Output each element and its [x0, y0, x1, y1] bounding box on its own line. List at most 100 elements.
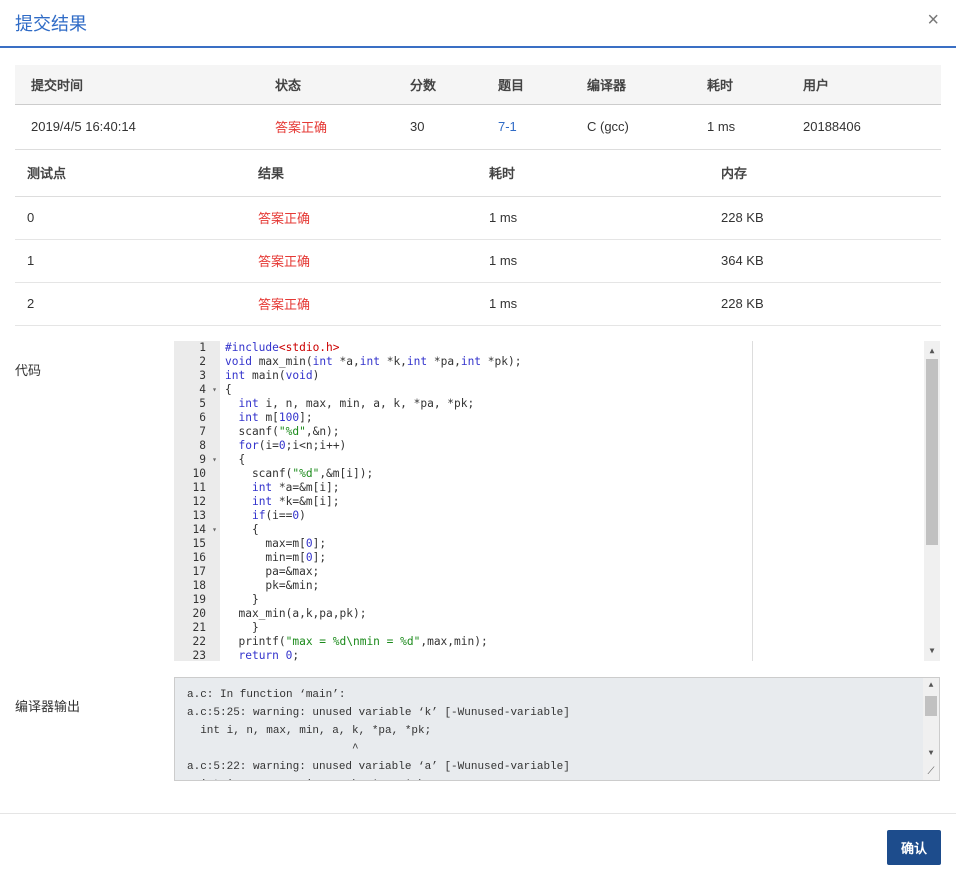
scrollbar-thumb[interactable]: [926, 359, 938, 545]
duration: 1 ms: [691, 104, 787, 150]
compiler-output-textarea[interactable]: a.c: In function ‘main’: a.c:5:25: warnin…: [174, 677, 940, 781]
test-time: 1 ms: [477, 196, 709, 240]
code-line: scanf("%d",&n);: [225, 425, 340, 438]
line-number: 22: [192, 635, 206, 648]
line-number: 15: [192, 537, 206, 550]
print-margin: [752, 341, 753, 661]
table-row: 2019/4/5 16:40:14 答案正确 30 7-1 C (gcc) 1 …: [15, 104, 941, 150]
code-line: {: [225, 453, 246, 466]
line-number: 18: [192, 579, 206, 592]
line-number: 10: [192, 467, 206, 480]
output-line: ^: [187, 743, 359, 755]
test-result: 答案正确: [246, 196, 477, 240]
line-number: 8: [199, 439, 206, 452]
confirm-button[interactable]: 确认: [887, 830, 941, 865]
col-header: 用户: [787, 65, 941, 105]
status-badge: 答案正确: [259, 104, 394, 150]
scroll-up-icon[interactable]: ▲: [924, 344, 940, 358]
compiler-output-label: 编译器输出: [15, 699, 81, 714]
resize-handle-icon[interactable]: ⟋: [923, 766, 939, 778]
test-result: 答案正确: [246, 239, 477, 283]
code-line: #include<stdio.h>: [225, 341, 340, 354]
test-memory: 228 KB: [709, 282, 941, 326]
line-number: 6: [199, 411, 206, 424]
line-number: 13: [192, 509, 206, 522]
line-number: 21: [192, 621, 206, 634]
output-line: a.c: In function ‘main’:: [187, 689, 346, 701]
col-header: 分数: [394, 65, 482, 105]
dialog-title: 提交结果: [15, 14, 87, 34]
line-number-gutter: 1234567891011121314151617181920212223: [174, 341, 220, 661]
line-number: 3: [199, 369, 206, 382]
col-header: 提交时间: [15, 65, 259, 105]
output-line: int i, n, max, min, a, k, *pa, *pk;: [187, 725, 432, 737]
test-result: 答案正确: [246, 282, 477, 326]
line-number: 20: [192, 607, 206, 620]
line-number: 16: [192, 551, 206, 564]
table-row: 1 答案正确 1 ms 364 KB: [15, 239, 941, 283]
code-line: int *k=&m[i];: [251, 495, 340, 508]
scrollbar-thumb[interactable]: [925, 696, 937, 716]
close-icon[interactable]: ×: [927, 9, 939, 32]
table-row: 0 答案正确 1 ms 228 KB: [15, 196, 941, 240]
scroll-down-icon[interactable]: ▼: [923, 749, 939, 758]
code-line: }: [225, 593, 259, 606]
col-header: 题目: [482, 65, 571, 105]
code-line: printf("max = %d\nmin = %d",max,min);: [225, 635, 488, 648]
col-header: 状态: [259, 65, 394, 105]
test-memory: 364 KB: [709, 239, 941, 283]
user: 20188406: [787, 104, 941, 150]
footer-divider: [0, 813, 956, 814]
code-line: {: [225, 383, 232, 396]
test-time: 1 ms: [477, 282, 709, 326]
test-memory: 228 KB: [709, 196, 941, 240]
line-number: 5: [199, 397, 206, 410]
code-line: for(i=0;i<n;i++): [238, 439, 347, 452]
scroll-down-icon[interactable]: ▼: [924, 644, 940, 658]
compiler: C (gcc): [571, 104, 691, 150]
test-cases-table: 测试点 结果 耗时 内存 0 答案正确 1 ms 228 KB 1 答案正确 1 ms 36…: [15, 150, 941, 326]
code-line: max=m[0];: [225, 537, 327, 550]
code-line: int i, n, max, min, a, k, *pa, *pk;: [238, 397, 475, 410]
code-line: int *a=&m[i];: [251, 481, 340, 494]
line-number: 23: [192, 649, 206, 661]
line-number: 14: [174, 523, 220, 537]
col-header: 编译器: [571, 65, 691, 105]
submit-time: 2019/4/5 16:40:14: [15, 104, 259, 150]
line-number: 7: [199, 425, 206, 438]
output-line: a.c:5:22: warning: unused variable ‘a’ […: [187, 761, 570, 773]
code-line: min=m[0];: [225, 551, 327, 564]
output-scrollbar[interactable]: ▲ ▼ ⟋: [923, 678, 939, 780]
test-id: 0: [15, 196, 246, 240]
line-number: 1: [199, 341, 206, 354]
line-number: 12: [192, 495, 206, 508]
test-id: 2: [15, 282, 246, 326]
code-line: {: [225, 523, 259, 536]
test-time: 1 ms: [477, 239, 709, 283]
line-number: 2: [199, 355, 206, 368]
code-line: }: [225, 621, 259, 634]
code-editor[interactable]: 1234567891011121314151617181920212223 #i…: [174, 341, 940, 661]
line-number: 11: [192, 481, 206, 494]
scroll-up-icon[interactable]: ▲: [923, 681, 939, 690]
table-row: 2 答案正确 1 ms 228 KB: [15, 282, 941, 326]
col-header: 结果: [246, 150, 477, 197]
code-line: int main(void): [225, 369, 320, 382]
line-number: 4: [174, 383, 220, 397]
code-line: pa=&max;: [225, 565, 320, 578]
code-scrollbar[interactable]: ▲ ▼: [924, 341, 940, 661]
code-line: if(i==0): [251, 509, 306, 522]
code-line: max_min(a,k,pa,pk);: [225, 607, 367, 620]
code-line: pk=&min;: [225, 579, 320, 592]
code-label: 代码: [15, 363, 42, 378]
code-line: int m[100];: [238, 411, 313, 424]
submission-summary-table: 提交时间 状态 分数 题目 编译器 耗时 用户 2019/4/5 16:40:1…: [15, 65, 941, 150]
problem-link[interactable]: 7-1: [482, 104, 571, 150]
code-line: void max_min(int *a,int *k,int *pa,int *…: [225, 355, 522, 368]
code-line: scanf("%d",&m[i]);: [225, 467, 374, 480]
table-header: 提交时间 状态 分数 题目 编译器 耗时 用户: [15, 65, 941, 105]
line-number: 17: [192, 565, 206, 578]
col-header: 内存: [709, 150, 941, 197]
table-header: 测试点 结果 耗时 内存: [15, 150, 941, 197]
line-number: 9: [174, 453, 220, 467]
